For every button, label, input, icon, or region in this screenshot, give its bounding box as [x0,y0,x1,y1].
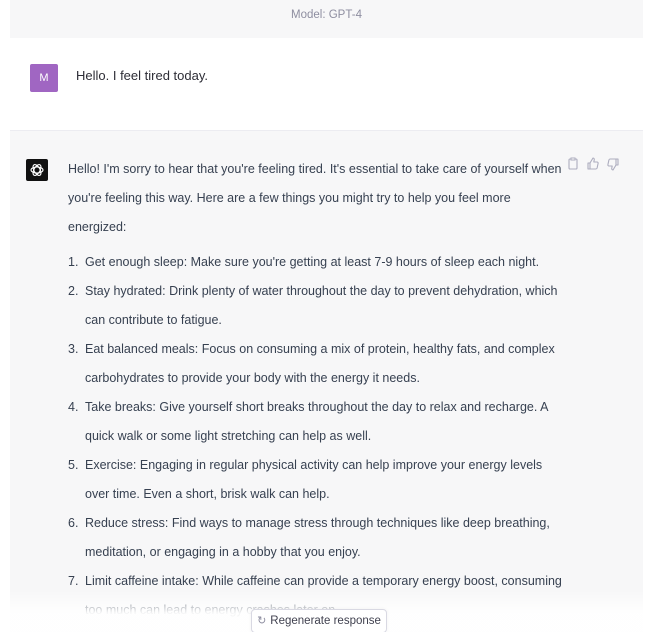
regenerate-label: Regenerate response [270,615,381,627]
thumbs-down-icon[interactable] [606,157,620,171]
chat-page: Model: GPT-4 M Hello. I feel tired today… [0,0,651,632]
list-number: 4. [68,400,79,414]
user-message: M Hello. I feel tired today. [0,38,651,130]
regenerate-button[interactable]: ↻ Regenerate response [251,609,387,632]
list-item-text: Exercise: Engaging in regular physical a… [85,458,543,501]
message-actions [566,157,620,171]
assistant-intro: Hello! I'm sorry to hear that you're fee… [68,162,562,234]
list-number: 3. [68,342,79,356]
list-item: 4. Take breaks: Give yourself short break… [68,393,566,451]
assistant-message: Hello! I'm sorry to hear that you're fee… [10,130,643,632]
list-item-text: Eat balanced meals: Focus on consuming a… [85,342,555,385]
list-item: 5. Exercise: Engaging in regular physical… [68,451,566,509]
user-message-text: Hello. I feel tired today. [76,68,208,83]
assistant-message-text: Hello! I'm sorry to hear that you're fee… [68,155,566,625]
refresh-icon: ↻ [257,615,267,627]
list-item: 3. Eat balanced meals: Focus on consuming… [68,335,566,393]
list-number: 1. [68,255,79,269]
thumbs-up-icon[interactable] [586,157,600,171]
list-item: 2. Stay hydrated: Drink plenty of water t… [68,277,566,335]
list-number: 2. [68,284,79,298]
avatar: M [30,64,58,92]
list-item: 6. Reduce stress: Find ways to manage str… [68,509,566,567]
list-item-text: Reduce stress: Find ways to manage stres… [85,516,550,559]
list-item-text: Take breaks: Give yourself short breaks … [85,400,548,443]
openai-logo-icon [26,159,48,181]
list-item: 1. Get enough sleep: Make sure you're get… [68,248,566,277]
model-label: Model: GPT-4 [10,0,643,39]
copy-icon[interactable] [566,157,580,171]
list-number: 5. [68,458,79,472]
suggestion-list: 1. Get enough sleep: Make sure you're get… [68,248,566,625]
list-item-text: Stay hydrated: Drink plenty of water thr… [85,284,558,327]
list-item-text: Get enough sleep: Make sure you're getti… [85,255,540,269]
list-number: 6. [68,516,79,530]
